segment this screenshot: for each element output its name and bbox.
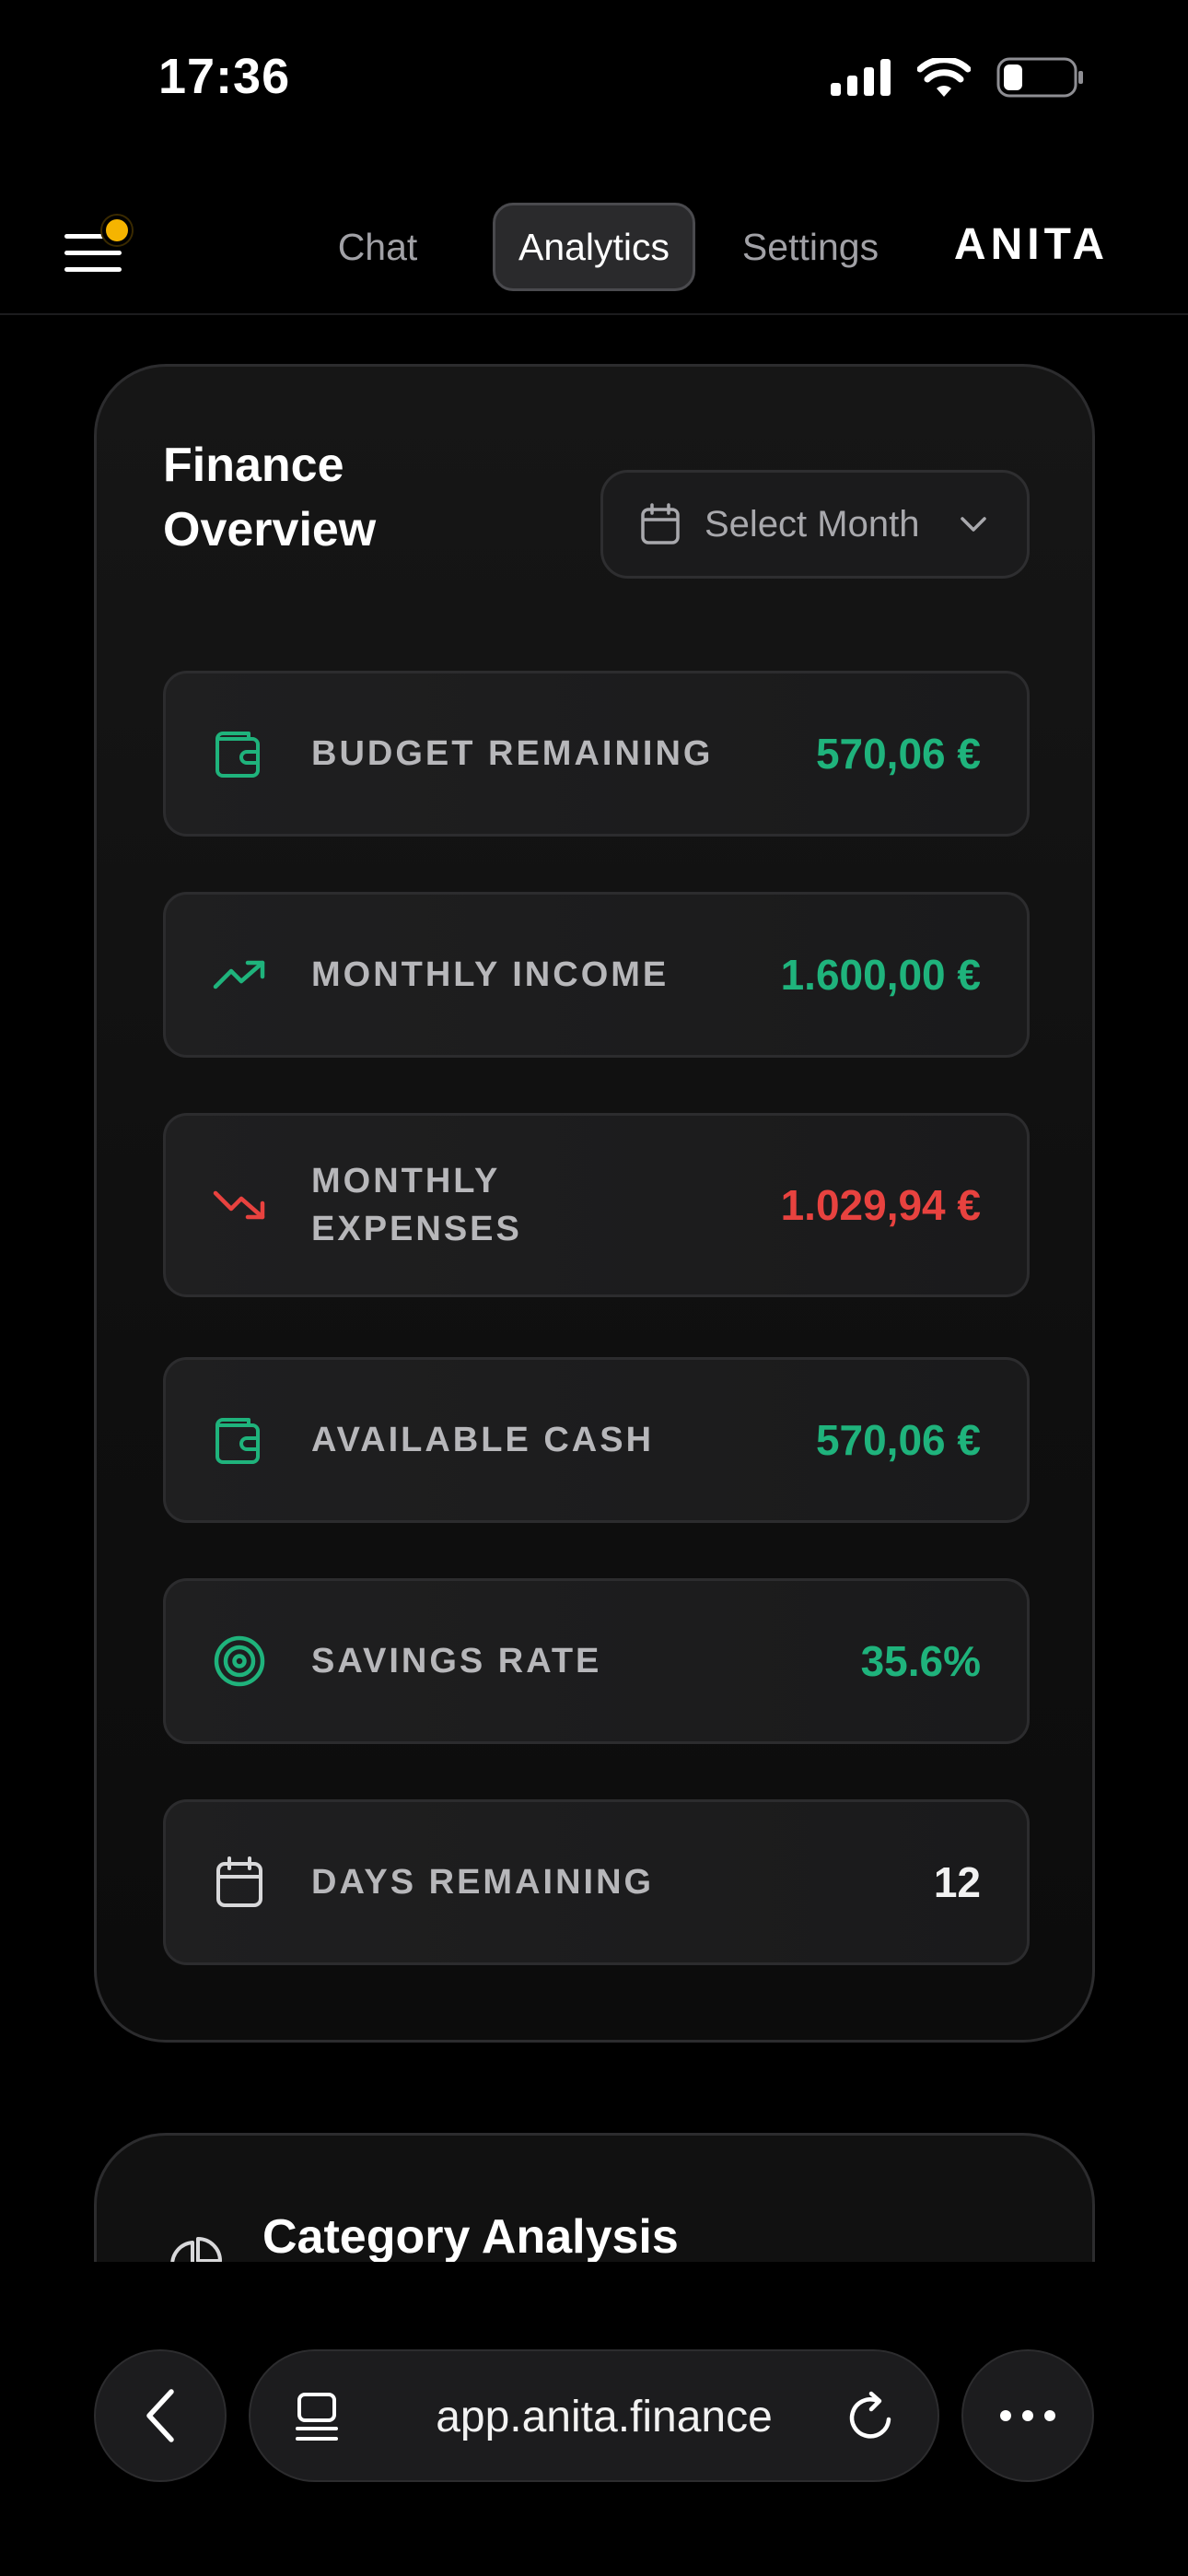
metric-value: 1.029,94 € xyxy=(780,1181,981,1229)
wifi-icon xyxy=(917,58,971,97)
app-header: Chat Analytics Settings ANITA xyxy=(0,184,1188,315)
calendar-icon xyxy=(212,1855,267,1910)
trending-down-icon xyxy=(212,1177,267,1233)
finance-overview-card: Finance Overview Select Month BUDGET REM… xyxy=(94,364,1095,2043)
metric-savings-rate[interactable]: SAVINGS RATE 35.6% xyxy=(163,1578,1030,1744)
status-time: 17:36 xyxy=(158,49,291,104)
page-tabs-icon xyxy=(296,2393,338,2441)
metric-value: 570,06 € xyxy=(815,730,981,778)
reload-icon[interactable] xyxy=(845,2390,897,2443)
back-button[interactable] xyxy=(94,2349,227,2482)
cellular-signal-icon xyxy=(831,59,891,96)
metric-label: AVAILABLE CASH xyxy=(311,1421,655,1459)
chevron-left-icon xyxy=(146,2389,174,2442)
tab-chat[interactable]: Chat xyxy=(313,203,442,291)
metric-monthly-expenses[interactable]: MONTHLY EXPENSES 1.029,94 € xyxy=(163,1113,1030,1297)
ellipsis-icon xyxy=(1000,2410,1055,2421)
url-text: app.anita.finance xyxy=(436,2393,773,2441)
metric-value: 570,06 € xyxy=(815,1416,981,1464)
menu-button[interactable] xyxy=(64,216,138,280)
metric-label: BUDGET REMAINING xyxy=(311,734,714,773)
status-icons xyxy=(831,57,1085,98)
month-select-label: Select Month xyxy=(705,503,920,544)
battery-icon xyxy=(996,57,1083,98)
metric-monthly-income[interactable]: MONTHLY INCOME 1.600,00 € xyxy=(163,892,1030,1058)
wallet-icon xyxy=(212,1412,267,1468)
address-bar[interactable]: app.anita.finance xyxy=(249,2349,939,2482)
chevron-down-icon xyxy=(961,517,987,532)
metric-days-remaining[interactable]: DAYS REMAINING 12 xyxy=(163,1799,1030,1965)
status-bar: 17:36 xyxy=(0,0,1188,161)
calendar-icon xyxy=(641,503,680,544)
metric-label: MONTHLY EXPENSES xyxy=(311,1162,522,1248)
metric-budget-remaining[interactable]: BUDGET REMAINING 570,06 € xyxy=(163,671,1030,837)
metric-value: 12 xyxy=(933,1858,981,1906)
brand-logo[interactable]: ANITA xyxy=(954,219,1109,270)
notification-dot xyxy=(102,216,132,245)
metric-label: SAVINGS RATE xyxy=(311,1642,602,1680)
metric-label: MONTHLY INCOME xyxy=(311,955,670,994)
tab-settings[interactable]: Settings xyxy=(728,203,893,291)
month-select[interactable]: Select Month xyxy=(600,470,1030,579)
metric-value: 35.6% xyxy=(860,1637,981,1685)
target-icon xyxy=(212,1633,267,1689)
category-analysis-title: Category Analysis xyxy=(262,2210,679,2264)
tab-analytics[interactable]: Analytics xyxy=(493,203,695,291)
browser-toolbar: app.anita.finance xyxy=(0,2262,1188,2576)
more-options-button[interactable] xyxy=(961,2349,1094,2482)
trending-up-icon xyxy=(212,947,267,1002)
finance-overview-title: Finance Overview xyxy=(163,439,377,556)
wallet-icon xyxy=(212,726,267,781)
metric-label: DAYS REMAINING xyxy=(311,1863,655,1902)
metric-available-cash[interactable]: AVAILABLE CASH 570,06 € xyxy=(163,1357,1030,1523)
metric-value: 1.600,00 € xyxy=(780,951,981,999)
